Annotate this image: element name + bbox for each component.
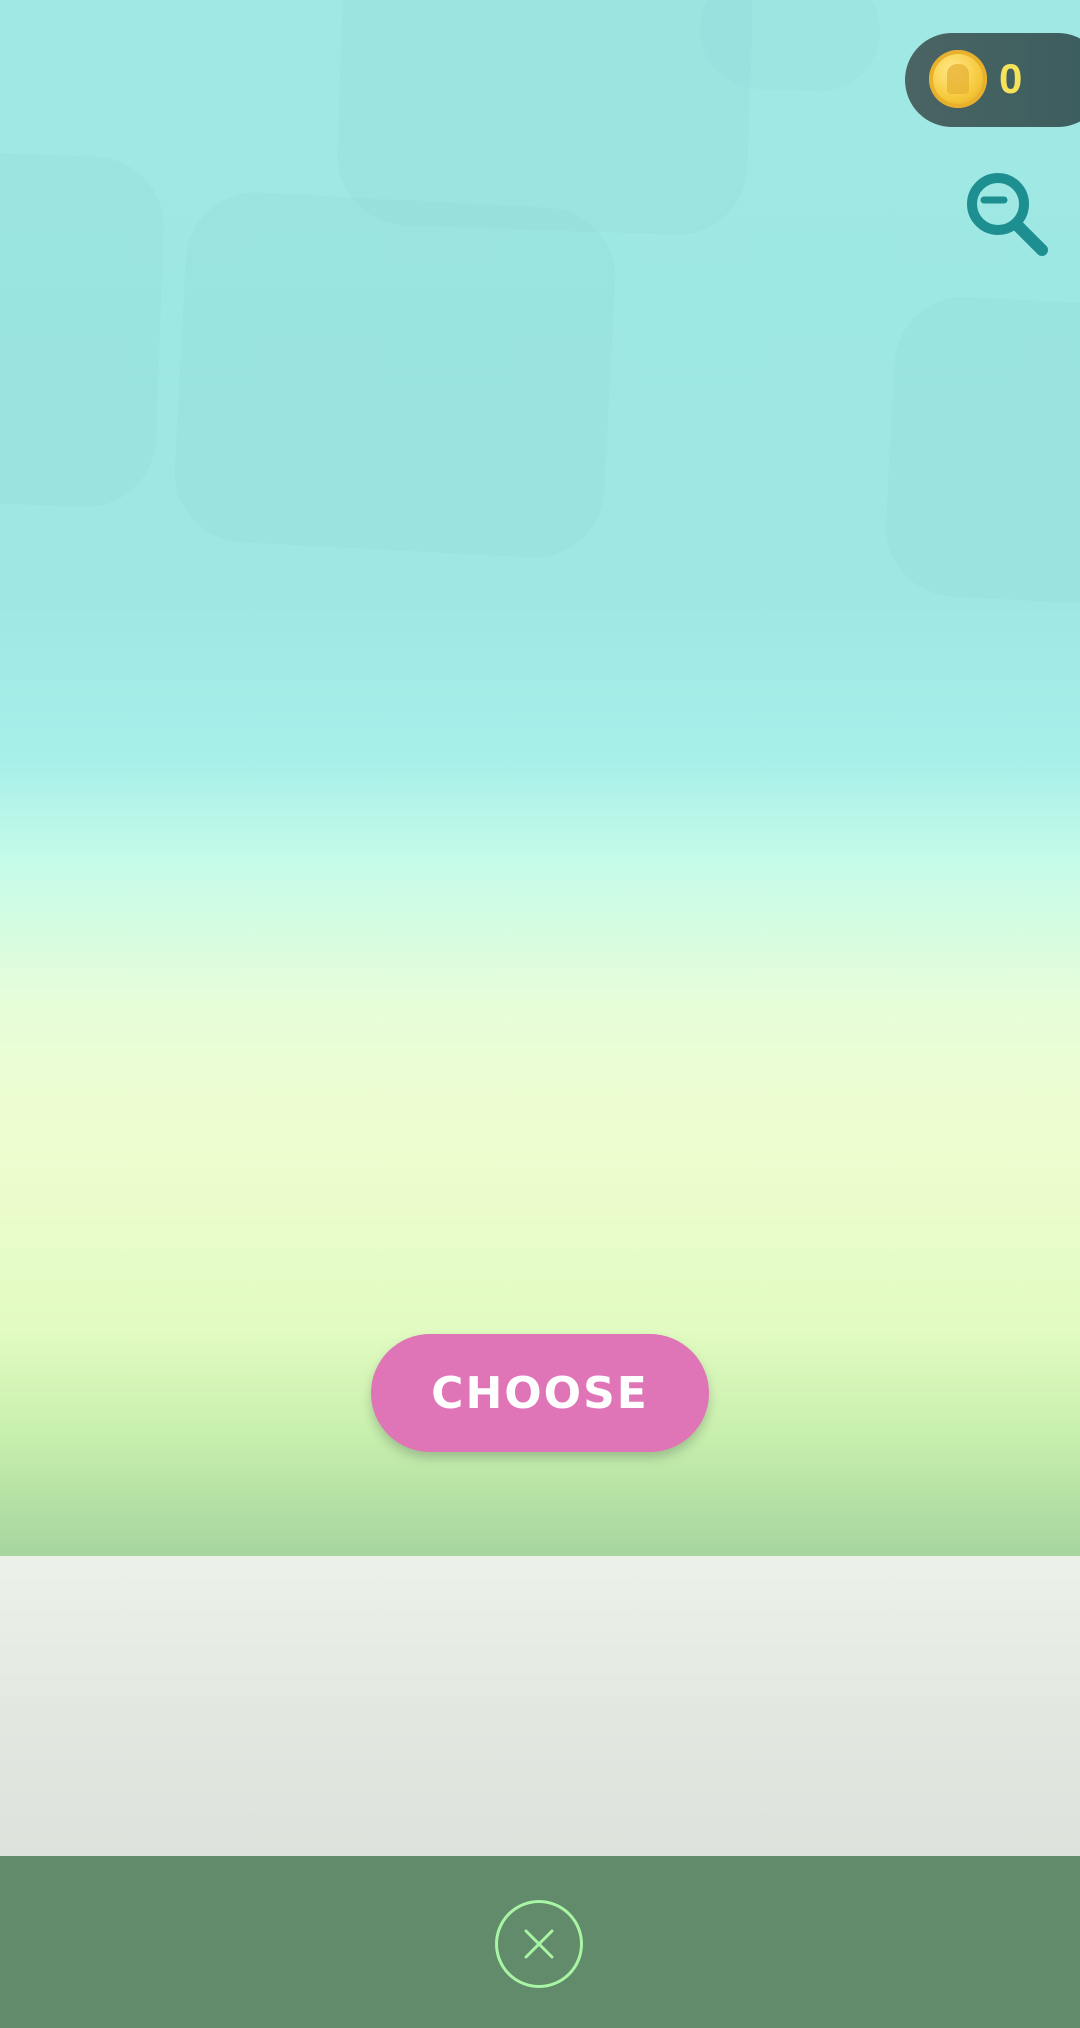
coin-icon — [929, 50, 987, 108]
background-tile — [171, 188, 619, 562]
choose-label: CHOOSE — [431, 1367, 649, 1419]
coin-balance-pill[interactable]: 0 — [905, 33, 1080, 127]
zoom-out-icon — [967, 173, 1048, 256]
zoom-out-button[interactable] — [964, 170, 1052, 262]
avatar-selection-screen: 0 CHOOSE — [0, 0, 1080, 2028]
background-tile — [882, 293, 1080, 607]
coin-count: 0 — [999, 55, 1023, 102]
choose-button[interactable]: CHOOSE — [371, 1334, 709, 1452]
ground-area — [0, 1556, 1080, 1856]
close-button[interactable] — [495, 1900, 583, 1988]
background-tile — [0, 150, 167, 510]
close-icon — [524, 1929, 554, 1959]
sky-background — [0, 0, 1080, 1556]
